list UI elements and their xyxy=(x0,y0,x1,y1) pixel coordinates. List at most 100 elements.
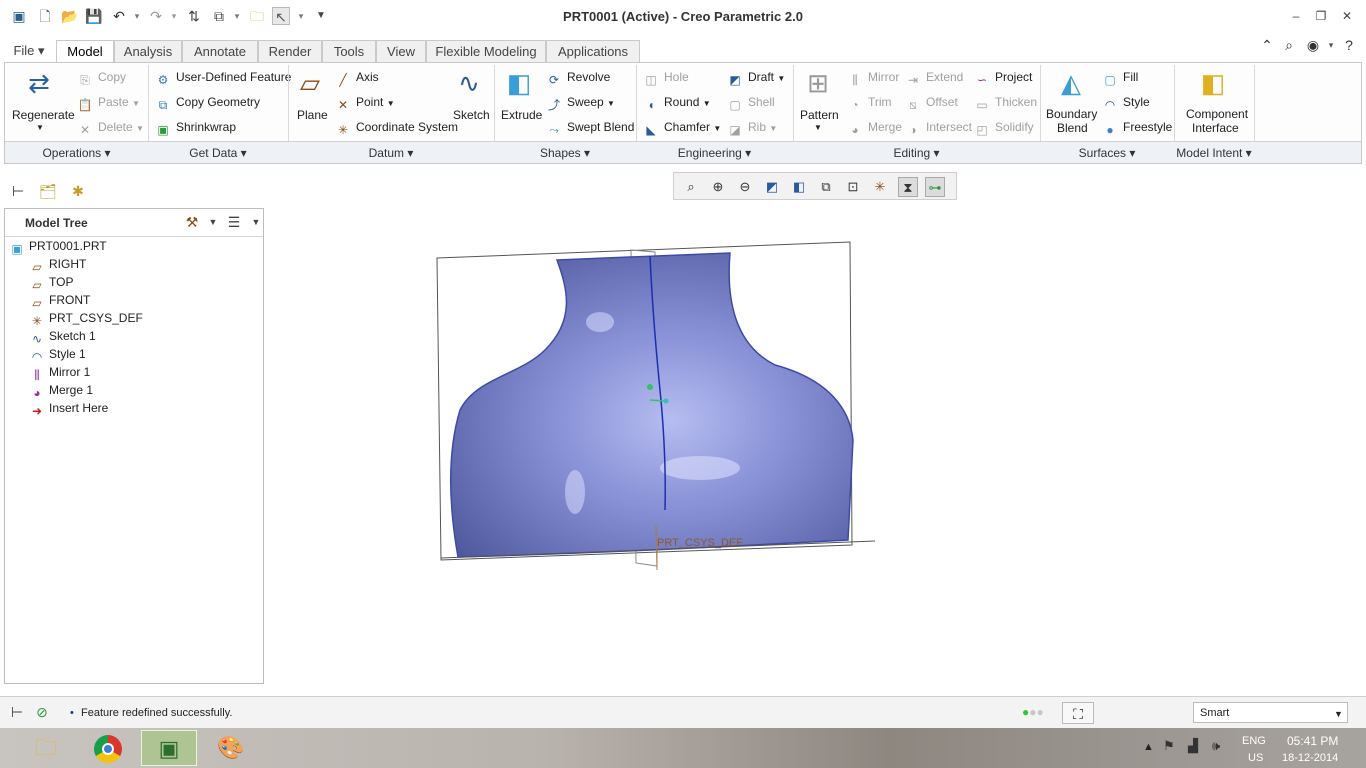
tab-file[interactable]: File ▾ xyxy=(6,40,52,62)
group-engineering[interactable]: Engineering ▾ xyxy=(636,146,793,160)
revolve-button[interactable]: ⟳ Revolve xyxy=(546,70,610,88)
chamfer-button[interactable]: ◣ Chamfer ▼ xyxy=(643,120,721,138)
show-browser-icon[interactable]: ⊘ xyxy=(33,703,51,721)
zoom-out-icon[interactable]: ⊖ xyxy=(735,177,755,197)
draft-button[interactable]: ◩ Draft ▼ xyxy=(727,70,785,88)
model-tree-tab-icon[interactable]: ⊢ xyxy=(9,182,27,200)
show-icon[interactable]: ☰ xyxy=(225,213,243,231)
chevron-down-icon[interactable]: ▼ xyxy=(247,213,265,231)
network-icon[interactable]: ▟ xyxy=(1188,739,1198,753)
tree-item-csys[interactable]: ✳ PRT_CSYS_DEF xyxy=(29,309,143,328)
view-manager-icon[interactable]: ⊡ xyxy=(843,177,863,197)
project-label: Project xyxy=(995,70,1033,84)
community-icon[interactable]: ◉ xyxy=(1304,36,1322,54)
restore-icon[interactable]: ❐ xyxy=(1312,8,1330,24)
tree-item-front[interactable]: ▱ FRONT xyxy=(29,291,90,310)
selection-filter-dropdown[interactable]: Smart ▼ xyxy=(1193,702,1348,723)
freestyle-button[interactable]: ● Freestyle xyxy=(1102,120,1172,138)
group-editing[interactable]: Editing ▾ xyxy=(793,146,1040,160)
find-icon[interactable]: ⛶ xyxy=(1062,702,1094,724)
repaint-icon[interactable]: ◩ xyxy=(762,177,782,197)
tree-item-mirror[interactable]: ⫼ Mirror 1 xyxy=(29,363,90,382)
extend-button[interactable]: ⇥ Extend xyxy=(905,70,963,88)
tree-item-style[interactable]: ◠ Style 1 xyxy=(29,345,86,364)
swept-blend-button[interactable]: ⤳ Swept Blend xyxy=(546,120,634,138)
chrome-icon[interactable] xyxy=(80,730,136,766)
minimize-icon[interactable]: – xyxy=(1287,8,1305,24)
tree-item-merge[interactable]: ◕ Merge 1 xyxy=(29,381,93,400)
mirror-button[interactable]: ⫼ Mirror xyxy=(847,70,899,88)
tray-expand-icon[interactable]: ▲ xyxy=(1143,740,1154,754)
tree-item-top[interactable]: ▱ TOP xyxy=(29,273,73,292)
tab-flexible-modeling[interactable]: Flexible Modeling xyxy=(426,40,546,62)
group-surfaces[interactable]: Surfaces ▾ xyxy=(1040,146,1174,160)
minimize-ribbon-icon[interactable]: ⌃ xyxy=(1258,36,1276,54)
saved-orientations-icon[interactable]: ⧉ xyxy=(816,177,836,197)
graphics-window[interactable]: PRT_CSYS_DEF xyxy=(270,200,1362,690)
copy-button[interactable]: ⎘ Copy xyxy=(77,70,126,88)
tree-item-sketch[interactable]: ∿ Sketch 1 xyxy=(29,327,96,346)
group-datum[interactable]: Datum ▾ xyxy=(288,146,494,160)
copy-geometry-button[interactable]: ⧉ Copy Geometry xyxy=(155,95,260,113)
sweep-button[interactable]: ⤴ Sweep ▼ xyxy=(546,95,615,113)
display-style-icon[interactable]: ◧ xyxy=(789,177,809,197)
tab-view[interactable]: View xyxy=(376,40,426,62)
paste-button[interactable]: 📋 Paste ▼ xyxy=(77,95,140,113)
zoom-in-icon[interactable]: ⊕ xyxy=(708,177,728,197)
trim-button[interactable]: ◔ Trim xyxy=(847,95,891,113)
input-language[interactable]: ENG xyxy=(1242,734,1266,748)
rib-button[interactable]: ◪ Rib ▼ xyxy=(727,120,777,138)
tab-model[interactable]: Model xyxy=(56,40,114,63)
action-center-icon[interactable]: ⚑ xyxy=(1163,739,1175,753)
point-button[interactable]: ✕ Point ▼ xyxy=(335,95,395,113)
thicken-button[interactable]: ▭ Thicken xyxy=(974,95,1037,113)
delete-button[interactable]: ✕ Delete ▼ xyxy=(77,120,144,138)
creo-taskbar-icon[interactable]: ▣ xyxy=(141,730,197,766)
search-icon[interactable]: ⌕ xyxy=(1280,36,1298,54)
tab-applications[interactable]: Applications xyxy=(546,40,640,62)
project-button[interactable]: ∽ Project xyxy=(974,70,1032,88)
show-navigator-icon[interactable]: ⊢ xyxy=(8,703,26,721)
folder-browser-tab-icon[interactable]: 🗂 xyxy=(39,182,57,200)
sketch-label: Sketch xyxy=(453,108,490,122)
axis-button[interactable]: ╱ Axis xyxy=(335,70,378,88)
paint-icon[interactable]: 🎨 xyxy=(203,730,259,766)
solidify-button[interactable]: ◰ Solidify xyxy=(974,120,1033,138)
volume-icon[interactable]: 🕪 xyxy=(1212,739,1220,753)
user-defined-feature-button[interactable]: ⚙ User-Defined Feature xyxy=(155,70,292,88)
tree-item-insert-here[interactable]: ➜ Insert Here xyxy=(29,399,108,418)
file-explorer-icon[interactable]: 🗀 xyxy=(18,730,74,766)
intersect-button[interactable]: ◑ Intersect xyxy=(905,120,972,138)
tree-item-part[interactable]: ▣ PRT0001.PRT xyxy=(9,237,106,256)
close-icon[interactable]: ✕ xyxy=(1338,8,1356,24)
group-model-intent[interactable]: Model Intent ▾ xyxy=(1174,146,1254,160)
help-icon[interactable]: ? xyxy=(1340,36,1358,54)
tree-item-right[interactable]: ▱ RIGHT xyxy=(29,255,86,274)
chevron-down-icon[interactable]: ▾ xyxy=(1322,36,1340,54)
tab-annotate[interactable]: Annotate xyxy=(182,40,258,62)
datum-display-icon[interactable]: ✳ xyxy=(870,177,890,197)
style-button[interactable]: ◠ Style xyxy=(1102,95,1150,113)
group-operations[interactable]: Operations ▾ xyxy=(5,146,148,160)
annotation-display-icon[interactable]: ⊶ xyxy=(925,177,945,197)
chevron-down-icon[interactable]: ▼ xyxy=(204,213,222,231)
clock-time[interactable]: 05:41 PM xyxy=(1287,734,1338,748)
spin-center-icon[interactable]: ⧗ xyxy=(898,177,918,197)
tree-settings-icon[interactable]: ⚒ xyxy=(183,213,201,231)
round-button[interactable]: ◖ Round ▼ xyxy=(643,95,710,113)
fill-button[interactable]: ▢ Fill xyxy=(1102,70,1138,88)
coordinate-system-button[interactable]: ✳ Coordinate System xyxy=(335,120,458,138)
navigator-tabs: ⊢ 🗂 ✱ xyxy=(4,178,264,206)
shell-button[interactable]: ▢ Shell xyxy=(727,95,774,113)
tab-tools[interactable]: Tools xyxy=(322,40,376,62)
merge-button[interactable]: ◕ Merge xyxy=(847,120,902,138)
hole-button[interactable]: ◫ Hole xyxy=(643,70,688,88)
tab-render[interactable]: Render xyxy=(258,40,322,62)
refit-icon[interactable]: ⌕ xyxy=(681,177,701,197)
shrinkwrap-button[interactable]: ▣ Shrinkwrap xyxy=(155,120,236,138)
group-shapes[interactable]: Shapes ▾ xyxy=(494,146,636,160)
favorites-tab-icon[interactable]: ✱ xyxy=(69,182,87,200)
offset-button[interactable]: ⧅ Offset xyxy=(905,95,958,113)
group-get-data[interactable]: Get Data ▾ xyxy=(148,146,288,160)
tab-analysis[interactable]: Analysis xyxy=(114,40,182,62)
